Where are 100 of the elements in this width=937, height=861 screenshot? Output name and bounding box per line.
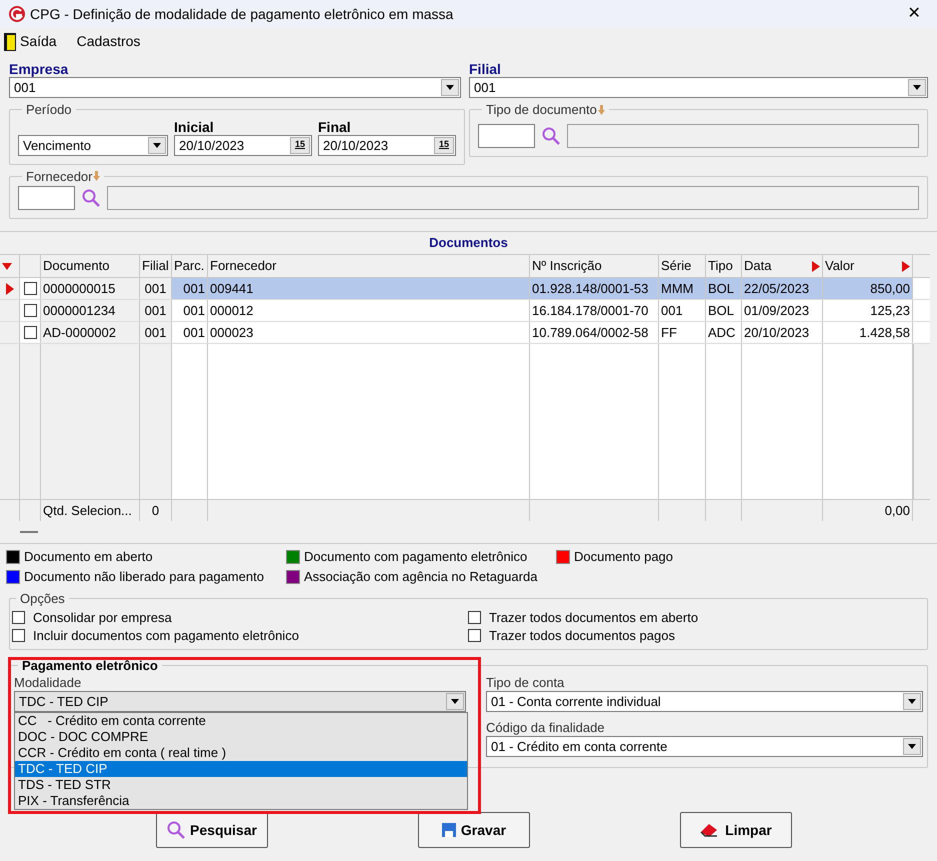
checkbox[interactable] — [468, 629, 481, 642]
search-icon[interactable] — [166, 820, 186, 840]
down-arrow-icon — [93, 171, 100, 182]
checkbox[interactable] — [24, 282, 36, 295]
account-type-combobox[interactable]: 01 - Conta corrente individual — [486, 691, 923, 712]
table-cell: 10.789.064/0002-58 — [530, 322, 659, 343]
column-header[interactable]: Parc. — [172, 255, 208, 277]
action-button[interactable]: Gravar — [418, 812, 530, 848]
group-title: Opções — [20, 590, 65, 608]
menu-item[interactable]: Saída — [4, 31, 57, 52]
dropdown-button[interactable] — [148, 136, 166, 154]
caret-icon — [451, 699, 459, 704]
dropdown-button[interactable] — [446, 693, 464, 710]
table-cell: BOL — [706, 300, 742, 321]
table-cell: 001 — [172, 322, 208, 343]
option-checkbox[interactable]: Consolidar por empresa — [12, 608, 468, 626]
date-field[interactable]: 20/10/2023 15 — [174, 134, 312, 156]
table-cell: 001 — [140, 278, 172, 299]
table-row[interactable]: AD-0000002 001 001 000023 10.789.064/0002-58 FF ADC 20/10/2023 1.428,58 — [0, 322, 930, 344]
table-cell: 0000001234 — [41, 300, 140, 321]
checkbox[interactable] — [24, 326, 36, 339]
column-header[interactable]: Nº Inscrição — [530, 255, 659, 277]
dropdown-option[interactable]: CCR - Crédito em conta ( real time ) — [15, 745, 467, 761]
table-cell: 000023 — [208, 322, 530, 343]
checkbox[interactable] — [24, 304, 36, 317]
menu-item[interactable]: Cadastros — [76, 31, 140, 52]
dropdown-button[interactable] — [908, 79, 926, 96]
calendar-button[interactable]: 15 — [290, 136, 310, 154]
scrollbar[interactable] — [913, 344, 930, 499]
table-cell: 01/09/2023 — [742, 300, 823, 321]
dropdown-option[interactable]: PIX - Transferência — [15, 793, 467, 809]
checkbox[interactable] — [12, 611, 25, 624]
field-label: Final — [318, 120, 352, 134]
code-field[interactable] — [18, 186, 75, 210]
table-cell: 001 — [140, 300, 172, 321]
down-arrow-icon — [598, 104, 605, 115]
table-cell: 125,23 — [823, 300, 913, 321]
option-checkbox[interactable]: Incluir documentos com pagamento eletrônico — [12, 626, 468, 644]
column-header[interactable]: Filial — [140, 255, 172, 277]
purpose-code-combobox[interactable]: 01 - Crédito em conta corrente — [486, 736, 923, 757]
table-cell: 001 — [659, 300, 706, 321]
column-header[interactable]: Documento — [41, 255, 140, 277]
logo-icon — [8, 5, 26, 23]
column-header[interactable]: Data — [742, 255, 823, 277]
option-checkbox[interactable]: Trazer todos documentos em aberto — [468, 608, 925, 626]
column-header[interactable]: Fornecedor — [208, 255, 530, 277]
legend-label: Documento em aberto — [24, 548, 153, 566]
checkbox[interactable] — [12, 629, 25, 642]
code-field[interactable] — [478, 124, 535, 148]
legend-label: Associação com agência no Retaguarda — [304, 568, 538, 586]
group-title: Pagamento eletrônico — [22, 656, 158, 675]
column-header[interactable] — [0, 255, 20, 277]
action-button[interactable]: Pesquisar — [156, 812, 268, 848]
dropdown-button[interactable] — [903, 693, 921, 710]
sort-down-icon — [2, 262, 12, 270]
branch-combobox[interactable]: 001 — [469, 77, 928, 98]
table-cell: 001 — [172, 278, 208, 299]
dropdown-option[interactable]: DOC - DOC COMPRE — [15, 729, 467, 745]
field-label: Tipo de conta — [486, 675, 566, 691]
dropdown-option[interactable]: TDS - TED STR — [15, 777, 467, 793]
legend-label: Documento pago — [574, 548, 674, 566]
legend-label: Documento com pagamento eletrônico — [304, 548, 528, 566]
group-title: Fornecedor — [26, 168, 92, 186]
action-button[interactable]: Limpar — [680, 812, 792, 848]
caret-icon — [908, 699, 916, 704]
table-cell: 16.184.178/0001-70 — [530, 300, 659, 321]
search-icon[interactable] — [541, 126, 561, 146]
date-field[interactable]: 20/10/2023 15 — [318, 134, 456, 156]
table-cell: 001 — [172, 300, 208, 321]
calendar-button[interactable]: 15 — [434, 136, 454, 154]
option-checkbox[interactable]: Trazer todos documentos pagos — [468, 626, 925, 644]
dropdown-option[interactable]: CC - Crédito em conta corrente — [15, 713, 467, 729]
caret-icon — [446, 85, 454, 90]
total-value: 0,00 — [884, 503, 910, 518]
table-cell: 009441 — [208, 278, 530, 299]
dropdown-option[interactable]: TDC - TED CIP — [15, 761, 467, 777]
field-label: Filial — [469, 61, 502, 77]
table-row[interactable]: 0000000015 001 001 009441 01.928.148/0001-53 MMM BOL 22/05/2023 850,00 — [0, 278, 930, 300]
dropdown-button[interactable] — [441, 79, 459, 96]
field-label: Empresa — [9, 61, 70, 77]
mode-combobox[interactable]: TDC - TED CIP — [14, 691, 466, 712]
table-cell: 01.928.148/0001-53 — [530, 278, 659, 299]
table-row[interactable]: 0000001234 001 001 000012 16.184.178/0001-70 001 BOL 01/09/2023 125,23 — [0, 300, 930, 322]
table-cell: BOL — [706, 278, 742, 299]
table-cell: MMM — [659, 278, 706, 299]
group-title: Tipo de documento — [486, 101, 597, 119]
period-combobox[interactable]: Vencimento — [18, 134, 168, 156]
company-combobox[interactable]: 001 — [9, 77, 461, 98]
group-title: Período — [26, 101, 72, 119]
legend-label: Documento não liberado para pagamento — [24, 568, 264, 586]
current-row-icon — [6, 282, 14, 294]
dropdown-button[interactable] — [903, 738, 921, 755]
field-label: Código da finalidade — [486, 720, 606, 736]
selected-count: 0 — [152, 503, 160, 518]
column-header[interactable]: Série — [659, 255, 706, 277]
search-icon[interactable] — [81, 188, 101, 208]
checkbox[interactable] — [468, 611, 481, 624]
column-header[interactable]: Tipo — [706, 255, 742, 277]
table-cell: 22/05/2023 — [742, 278, 823, 299]
close-button[interactable]: ✕ — [899, 2, 929, 26]
